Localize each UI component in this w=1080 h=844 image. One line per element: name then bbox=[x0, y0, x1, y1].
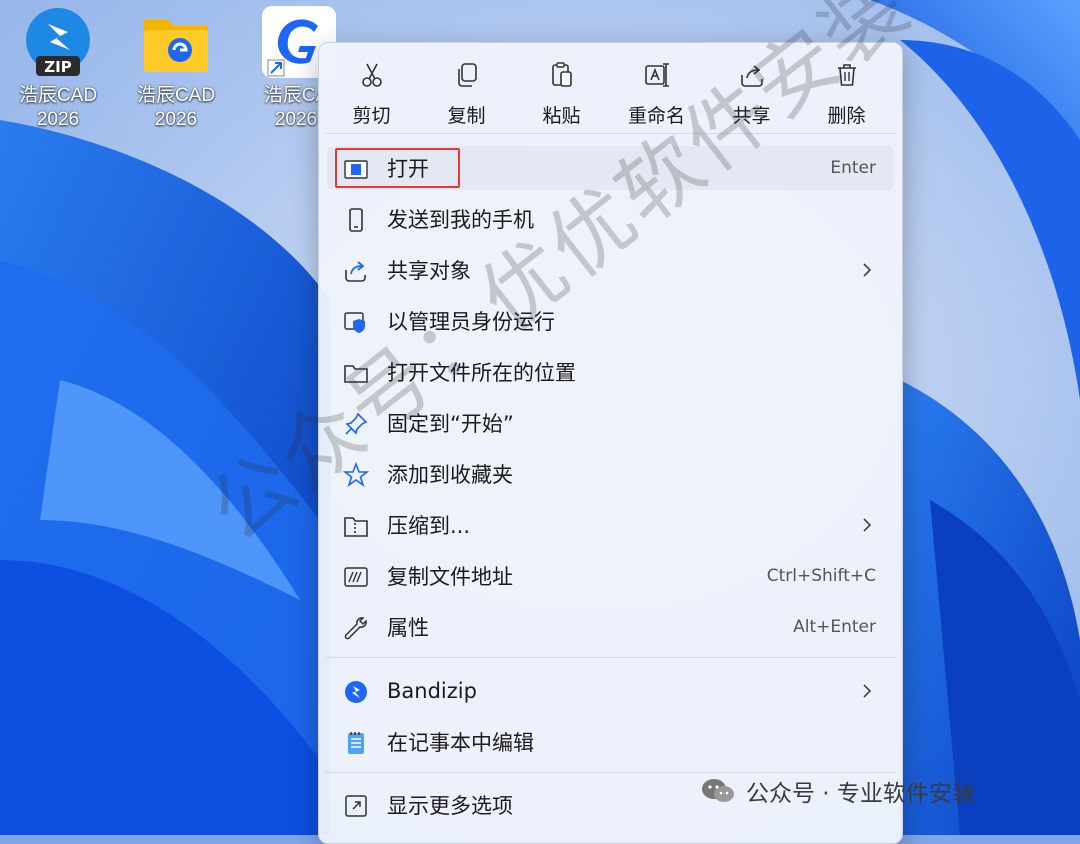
copy-icon bbox=[457, 63, 477, 87]
menu-item-label: 添加到收藏夹 bbox=[387, 463, 513, 487]
open-app-icon bbox=[343, 156, 369, 182]
paste-icon bbox=[551, 62, 572, 87]
divider bbox=[325, 657, 896, 658]
footer-watermark-text: 公众号 · 专业软件安装 bbox=[746, 781, 975, 807]
chevron-right-icon bbox=[863, 263, 872, 277]
menu-item-compress-to[interactable]: 压缩到... bbox=[327, 503, 894, 547]
cut-button[interactable]: 剪切 bbox=[324, 43, 419, 133]
divider bbox=[325, 772, 896, 773]
copy-label: 复制 bbox=[447, 105, 486, 127]
shortcut-text: Alt+Enter bbox=[793, 617, 876, 637]
shortcut-text: Enter bbox=[830, 158, 876, 178]
bandizip-icon bbox=[343, 679, 369, 705]
menu-item-label: 复制文件地址 bbox=[387, 565, 513, 589]
copy-button[interactable]: 复制 bbox=[419, 43, 514, 133]
zip-folder-icon bbox=[343, 513, 369, 539]
scissors-icon bbox=[361, 63, 382, 87]
menu-item-add-to-favorites[interactable]: 添加到收藏夹 bbox=[327, 452, 894, 496]
chevron-right-icon bbox=[863, 518, 872, 532]
phone-icon bbox=[343, 207, 369, 233]
paste-label: 粘贴 bbox=[542, 105, 581, 127]
share-icon bbox=[343, 258, 369, 284]
menu-item-bandizip[interactable]: Bandizip bbox=[327, 669, 894, 713]
menu-item-label: 在记事本中编辑 bbox=[387, 731, 534, 755]
zip-archive-icon: ZIP bbox=[22, 6, 94, 78]
menu-item-label: 压缩到... bbox=[387, 514, 471, 538]
desktop-icon-label: 2026 bbox=[36, 109, 80, 130]
desktop-icon-label: 2026 bbox=[154, 109, 198, 130]
wrench-icon bbox=[343, 615, 369, 641]
wechat-icon bbox=[702, 779, 734, 802]
folder-icon bbox=[140, 6, 212, 78]
menu-item-edit-in-notepad[interactable]: 在记事本中编辑 bbox=[327, 720, 894, 764]
more-options-icon bbox=[343, 793, 369, 819]
menu-item-label: 属性 bbox=[387, 616, 429, 640]
shortcut-text: Ctrl+Shift+C bbox=[766, 566, 876, 586]
menu-item-properties[interactable]: 属性 Alt+Enter bbox=[327, 605, 894, 649]
paste-button[interactable]: 粘贴 bbox=[514, 43, 609, 133]
menu-item-label: 显示更多选项 bbox=[387, 794, 513, 818]
notepad-icon bbox=[343, 730, 369, 756]
menu-item-copy-as-path[interactable]: 复制文件地址 Ctrl+Shift+C bbox=[327, 554, 894, 598]
footer-watermark: 公众号 · 专业软件安装 bbox=[700, 774, 975, 808]
cut-label: 剪切 bbox=[352, 105, 391, 127]
copy-path-icon bbox=[343, 564, 369, 590]
chevron-right-icon bbox=[863, 684, 872, 698]
rename-icon bbox=[644, 63, 669, 87]
desktop-icon-folder[interactable]: 浩辰CAD 2026 bbox=[126, 6, 226, 132]
zip-badge: ZIP bbox=[44, 58, 71, 76]
desktop-icon-zip[interactable]: ZIP 浩辰CAD 2026 bbox=[8, 6, 108, 132]
menu-item-label: 打开 bbox=[387, 157, 429, 181]
desktop-icon-label: 浩辰CAD bbox=[18, 85, 98, 106]
menu-item-label: Bandizip bbox=[387, 679, 477, 703]
desktop-icon-label: 浩辰CAD bbox=[136, 85, 216, 106]
